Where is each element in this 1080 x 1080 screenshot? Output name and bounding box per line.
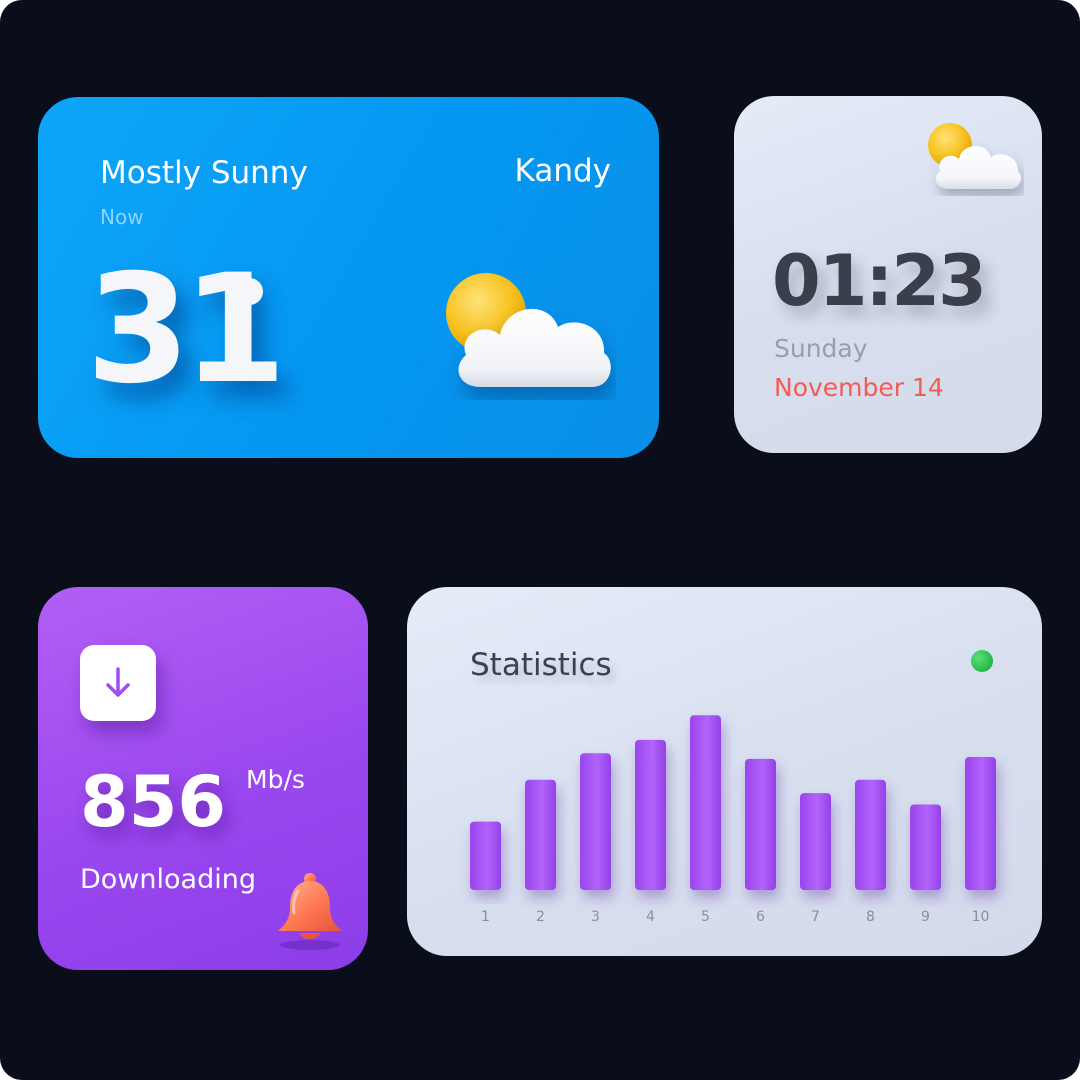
download-button[interactable]	[80, 645, 156, 721]
download-arrow-icon	[106, 667, 130, 697]
chart-bar-6	[745, 758, 776, 890]
chart-x-tick-label: 5	[701, 909, 710, 925]
chart-x-tick-label: 6	[756, 909, 765, 925]
clock-date: November 14	[774, 373, 944, 402]
chart-x-tick-label: 4	[646, 909, 655, 925]
chart-bar-9	[910, 804, 941, 890]
download-speed-unit: Mb/s	[246, 765, 305, 794]
chart-bar-10	[965, 757, 996, 890]
app-canvas: Mostly Sunny Kandy Now 3 1 01:23 Sunday N…	[0, 0, 1080, 1080]
chart-x-tick-label: 7	[811, 909, 820, 925]
clock-time: 01:23	[772, 240, 987, 322]
chart-x-tick-label: 1	[481, 909, 490, 925]
bell-icon[interactable]	[270, 869, 346, 951]
chart-x-tick-label: 9	[921, 909, 930, 925]
weather-condition: Mostly Sunny	[100, 155, 308, 191]
statistics-bar-chart: 1 2 3 4 5 6 7 8 9 10	[470, 715, 996, 925]
download-widget[interactable]: 856 Mb/s Downloading	[38, 587, 368, 970]
download-speed-value: 856	[80, 761, 227, 843]
chart-x-tick-label: 2	[536, 909, 545, 925]
chart-bar-4	[635, 739, 666, 890]
chart-bar-3	[580, 753, 611, 890]
weather-widget[interactable]: Mostly Sunny Kandy Now 31	[38, 97, 659, 458]
chart-bar-8	[855, 779, 886, 890]
chart-bar-1	[470, 821, 501, 890]
weather-city: Kandy	[514, 153, 611, 189]
chart-x-tick-label: 10	[972, 909, 990, 925]
chart-bar-2	[525, 779, 556, 890]
chart-bar-5	[690, 715, 721, 890]
clock-widget[interactable]: 01:23 Sunday November 14	[734, 96, 1042, 453]
weather-time-label: Now	[100, 205, 144, 229]
partly-cloudy-icon	[446, 273, 611, 387]
clock-day: Sunday	[774, 334, 868, 363]
degree-icon	[236, 278, 263, 305]
chart-bar-7	[800, 793, 831, 890]
partly-cloudy-icon	[928, 123, 1022, 189]
download-status-label: Downloading	[80, 864, 256, 895]
chart-x-tick-label: 8	[866, 909, 875, 925]
statistics-widget[interactable]: Statistics 1 2 3 4 5 6 7 8 9 10	[407, 587, 1042, 956]
chart-x-tick-label: 3	[591, 909, 600, 925]
